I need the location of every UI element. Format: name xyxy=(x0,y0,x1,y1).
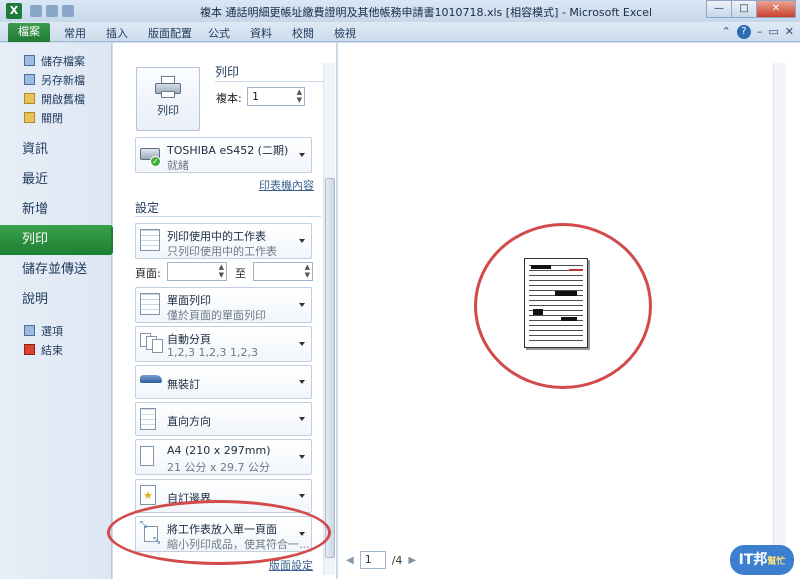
tab-data[interactable]: 資料 xyxy=(250,25,272,41)
nav-info[interactable]: 資訊 xyxy=(0,135,111,165)
folder-open-icon xyxy=(24,93,35,104)
minimize-button[interactable]: — xyxy=(706,0,732,18)
pages-label: 頁面: xyxy=(135,267,161,280)
print-section-title: 列印 xyxy=(215,65,240,79)
next-page-icon[interactable]: ▶ xyxy=(408,555,416,566)
spinner-arrows-icon[interactable]: ▲ ▼ xyxy=(305,263,310,279)
staple-dropdown[interactable]: 無裝訂 xyxy=(135,365,312,399)
help-icon[interactable]: ? xyxy=(736,25,751,39)
collated-icon xyxy=(140,333,163,357)
doc-close-icon[interactable]: ✕ xyxy=(785,25,794,39)
copies-input[interactable]: 1 ▲ ▼ xyxy=(247,87,305,106)
tab-view[interactable]: 檢視 xyxy=(334,25,356,41)
settings-section-title: 設定 xyxy=(135,201,160,215)
chevron-down-icon xyxy=(299,494,305,498)
current-page-input[interactable]: 1 xyxy=(359,551,386,569)
spinner-arrows-icon[interactable]: ▲ ▼ xyxy=(297,88,302,104)
nav-close[interactable]: 關閉 xyxy=(0,108,111,127)
ribbon-tab-bar: 檔案 常用 插入 版面配置 公式 資料 校閱 檢視 ⌃ ? – ▭ ✕ xyxy=(0,22,800,42)
ribbon-collapse-icon[interactable]: ⌃ xyxy=(722,25,731,39)
ithome-logo: IT邦幫忙 xyxy=(730,545,794,575)
excel-app-icon[interactable]: X xyxy=(6,3,22,19)
pages-to-label: 至 xyxy=(235,267,246,280)
portrait-icon xyxy=(140,408,162,432)
print-what-dropdown[interactable]: 列印使用中的工作表 只列印使用中的工作表 xyxy=(135,223,312,259)
spinner-arrows-icon[interactable]: ▲ ▼ xyxy=(219,263,224,279)
page-preview xyxy=(524,258,588,348)
print-preview-area: ◀ 1 /4 ▶ IT邦幫忙 xyxy=(338,43,800,579)
printer-ready-icon: ✓ xyxy=(140,144,162,168)
backstage-nav: 儲存檔案 另存新檔 開啟舊檔 關閉 資訊 最近 新增 列印 儲存並傳送 說明 選… xyxy=(0,43,123,579)
save-icon xyxy=(24,55,35,66)
nav-save-as[interactable]: 另存新檔 xyxy=(0,70,111,89)
pages-from-input[interactable]: ▲ ▼ xyxy=(167,262,227,281)
options-icon xyxy=(24,325,35,336)
window-controls: — □ ✕ xyxy=(706,0,796,18)
scrollbar-thumb[interactable] xyxy=(325,178,335,558)
nav-help[interactable]: 說明 xyxy=(0,285,111,315)
nav-new[interactable]: 新增 xyxy=(0,195,111,225)
chevron-down-icon xyxy=(299,380,305,384)
preview-scrollbar[interactable] xyxy=(773,63,786,553)
exit-icon xyxy=(24,344,35,355)
prev-page-icon[interactable]: ◀ xyxy=(346,555,354,566)
nav-save-send[interactable]: 儲存並傳送 xyxy=(0,255,111,285)
nav-open[interactable]: 開啟舊檔 xyxy=(0,89,111,108)
title-bar: X 複本 通話明細更帳址繳費證明及其他帳務申請書1010718.xls [相容模… xyxy=(0,0,800,22)
collate-dropdown[interactable]: 自動分頁 1,2,3 1,2,3 1,2,3 xyxy=(135,326,312,362)
nav-exit[interactable]: 結束 xyxy=(0,340,111,359)
print-button[interactable]: 列印 xyxy=(136,67,200,131)
tab-file[interactable]: 檔案 xyxy=(8,23,50,42)
nav-options[interactable]: 選項 xyxy=(0,321,111,340)
printer-properties-link[interactable]: 印表機內容 xyxy=(259,177,314,193)
stapler-icon xyxy=(140,375,162,399)
paper-size-dropdown[interactable]: A4 (210 x 297mm) 21 公分 x 29.7 公分 xyxy=(135,439,312,475)
folder-close-icon xyxy=(24,112,35,123)
close-button[interactable]: ✕ xyxy=(756,0,796,18)
printer-icon xyxy=(155,76,181,98)
tab-home[interactable]: 常用 xyxy=(64,25,86,41)
settings-scrollbar[interactable] xyxy=(323,63,335,575)
chevron-down-icon xyxy=(299,455,305,459)
quick-access-toolbar xyxy=(30,5,74,17)
tab-formulas[interactable]: 公式 xyxy=(208,25,230,41)
nav-print[interactable]: 列印 xyxy=(0,225,123,255)
highlight-circle-scaling xyxy=(107,500,331,565)
maximize-button[interactable]: □ xyxy=(731,0,757,18)
chevron-down-icon xyxy=(299,239,305,243)
page-navigator: ◀ 1 /4 ▶ xyxy=(346,551,416,569)
doc-minimize-icon[interactable]: – xyxy=(757,25,763,39)
window-title: 複本 通話明細更帳址繳費證明及其他帳務申請書1010718.xls [相容模式]… xyxy=(200,6,653,19)
printer-dropdown[interactable]: ✓ TOSHIBA eS452 (二期) 就緒 xyxy=(135,137,312,173)
pages-to-input[interactable]: ▲ ▼ xyxy=(253,262,313,281)
nav-save[interactable]: 儲存檔案 xyxy=(0,51,111,70)
save-as-icon xyxy=(24,74,35,85)
copies-label: 複本: xyxy=(216,92,242,105)
chevron-down-icon xyxy=(299,342,305,346)
worksheet-icon xyxy=(140,229,162,253)
redo-icon[interactable] xyxy=(62,5,74,17)
ribbon-right-icons: ⌃ ? – ▭ ✕ xyxy=(722,25,794,39)
divider xyxy=(135,216,321,217)
nav-recent[interactable]: 最近 xyxy=(0,165,111,195)
paper-size-icon xyxy=(140,446,162,470)
doc-restore-icon[interactable]: ▭ xyxy=(768,25,778,39)
undo-icon[interactable] xyxy=(46,5,58,17)
save-icon[interactable] xyxy=(30,5,42,17)
sides-dropdown[interactable]: 單面列印 僅於頁面的單面列印 xyxy=(135,287,312,323)
divider xyxy=(215,81,327,82)
one-sided-icon xyxy=(140,293,162,317)
tab-review[interactable]: 校閱 xyxy=(292,25,314,41)
tab-page-layout[interactable]: 版面配置 xyxy=(148,25,192,41)
tab-insert[interactable]: 插入 xyxy=(106,25,128,41)
print-settings-pane: 列印 列印 複本: 1 ▲ ▼ ✓ TOSHIBA eS452 (二期) 就緒 印… xyxy=(107,43,337,579)
chevron-down-icon xyxy=(299,303,305,307)
total-pages: /4 xyxy=(391,553,403,567)
chevron-down-icon xyxy=(299,153,305,157)
orientation-dropdown[interactable]: 直向方向 xyxy=(135,402,312,436)
chevron-down-icon xyxy=(299,417,305,421)
